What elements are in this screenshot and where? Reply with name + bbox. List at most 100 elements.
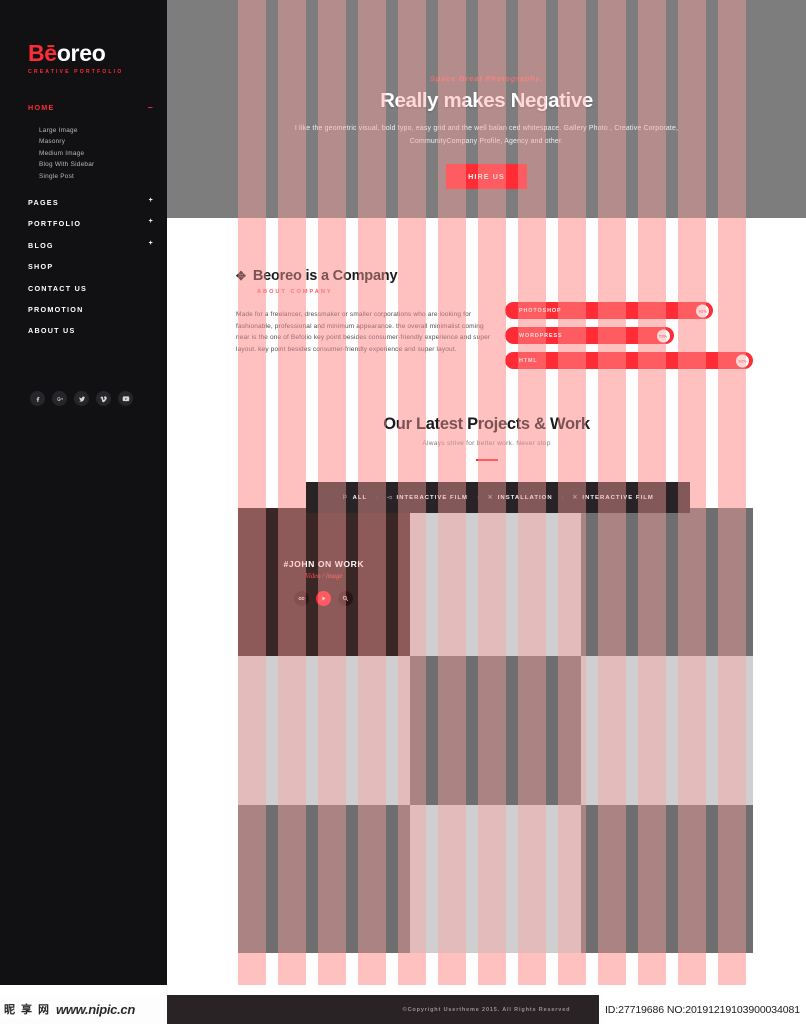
- sidebar-subitem-large-image[interactable]: Large Image: [39, 125, 148, 136]
- filter-separator: ›: [376, 494, 378, 501]
- logo[interactable]: Bēoreo CREATIVE PORTFOLIO: [28, 42, 123, 76]
- plus-icon[interactable]: +: [149, 218, 154, 225]
- logo-rest: oreo: [56, 40, 106, 66]
- page-root: Space Great Photography. Really makes Ne…: [0, 0, 806, 1024]
- social-links: [30, 391, 133, 406]
- tile-category: Video / image: [305, 572, 343, 580]
- portfolio-tile[interactable]: [581, 656, 753, 805]
- filter-all[interactable]: ⚐ ALL: [333, 494, 376, 502]
- projects-section: Our Latest Projects & Work Always strive…: [167, 405, 806, 953]
- copyright-text: ©Copyright Usertheme 2015. All Rights Re…: [402, 1006, 571, 1013]
- sidebar-item-shop[interactable]: SHOP: [28, 262, 148, 271]
- projects-subtitle: Always strive for better work. Never sto…: [422, 440, 551, 447]
- sidebar-item-portfolio[interactable]: PORTFOLIO +: [28, 218, 153, 229]
- vimeo-icon[interactable]: [96, 391, 111, 406]
- plus-icon[interactable]: +: [149, 240, 154, 247]
- logo-text: Bēoreo: [28, 42, 123, 65]
- skill-label: HTML: [519, 357, 538, 364]
- google-plus-icon[interactable]: [52, 391, 67, 406]
- portfolio-tile[interactable]: [238, 804, 410, 953]
- facebook-icon[interactable]: [30, 391, 45, 406]
- skill-percent: 62%: [696, 304, 710, 317]
- twitter-icon[interactable]: [74, 391, 89, 406]
- sidebar-item-label: SHOP: [28, 262, 54, 272]
- filter-label: ALL: [352, 494, 368, 501]
- skill-bar-html: HTML 92%: [505, 352, 753, 369]
- sidebar-item-label: PROMOTION: [28, 304, 84, 314]
- filter-installation[interactable]: ✕ INSTALLATION: [479, 494, 562, 502]
- cross-icon: ✕: [487, 495, 494, 501]
- filter-interactive-film-2[interactable]: ✕ INTERACTIVE FILM: [563, 494, 663, 502]
- sidebar-item-label: BLOG: [28, 240, 54, 250]
- filter-label: INTERACTIVE FILM: [582, 494, 654, 501]
- skill-percent: 92%: [736, 354, 749, 367]
- portfolio-tile[interactable]: [238, 656, 410, 805]
- about-body: Made for a freelancer, dressmaker or sma…: [236, 311, 491, 353]
- about-text-block: ✥ Beoreo is a Company ABOUT COMPANY Made…: [236, 268, 491, 355]
- portfolio-tile[interactable]: [581, 804, 753, 953]
- youtube-icon[interactable]: [118, 391, 133, 406]
- portfolio-tile-featured[interactable]: #JOHN ON WORK Video / image: [238, 508, 410, 657]
- filter-separator: ›: [476, 494, 479, 501]
- portfolio-filter-bar: ⚐ ALL › ◅ INTERACTIVE FILM › ✕ INSTALLAT…: [306, 482, 690, 513]
- play-icon[interactable]: [316, 590, 332, 606]
- sidebar-item-label: HOME: [28, 103, 55, 112]
- hero-description: I like the geometric visual, bold typo, …: [294, 125, 679, 145]
- flag-icon: ⚐: [342, 495, 349, 501]
- sidebar-subitem-blog-with-sidebar[interactable]: Blog With Sidebar: [39, 159, 148, 170]
- tile-overlay: #JOHN ON WORK Video / image: [238, 508, 410, 657]
- skill-bar-wordpress: WORDPRESS 53%: [505, 327, 674, 344]
- hero-content: Space Great Photography. Really makes Ne…: [167, 74, 806, 189]
- skill-row: WORDPRESS 53%: [505, 327, 753, 344]
- watermark-char: 享: [19, 1001, 34, 1018]
- watermark-url: www.nipic.cn: [56, 1002, 135, 1017]
- about-subheading: ABOUT COMPANY: [257, 289, 333, 295]
- sidebar-subitem-medium-image[interactable]: Medium Image: [39, 148, 148, 159]
- tile-actions: [294, 590, 354, 606]
- sidebar-item-label: ABOUT US: [28, 326, 76, 336]
- portfolio-tile[interactable]: [409, 804, 582, 953]
- minus-icon[interactable]: –: [148, 103, 154, 112]
- projects-title: Our Latest Projects & Work: [383, 415, 590, 433]
- filter-interactive-film-1[interactable]: ◅ INTERACTIVE FILM: [378, 494, 477, 502]
- cross-icon: ✕: [572, 495, 579, 501]
- sidebar-subitem-masonry[interactable]: Masonry: [39, 136, 148, 147]
- skill-row: PHOTOSHOP 62%: [505, 302, 753, 319]
- sidebar-item-promotion[interactable]: PROMOTION: [28, 305, 148, 314]
- triangle-left-icon: ◅: [386, 495, 393, 501]
- tile-title: #JOHN ON WORK: [283, 558, 365, 569]
- filter-label: INSTALLATION: [497, 494, 553, 501]
- sidebar-nav: HOME – Large Image Masonry Medium Image …: [28, 103, 153, 348]
- section-divider: [475, 459, 498, 461]
- search-icon[interactable]: [338, 590, 354, 606]
- portfolio-tile[interactable]: [581, 508, 753, 657]
- sidebar-item-label: CONTACT US: [28, 283, 88, 293]
- hire-us-button[interactable]: HIRE US: [446, 164, 527, 189]
- sidebar-sublist: Large Image Masonry Medium Image Blog Wi…: [39, 125, 148, 182]
- sidebar-subitem-single-post[interactable]: Single Post: [39, 171, 148, 182]
- portfolio-tile[interactable]: [409, 656, 582, 805]
- sidebar-item-label: PORTFOLIO: [28, 219, 82, 229]
- watermark-char: 网: [36, 1001, 51, 1018]
- sidebar-item-label: PAGES: [28, 198, 59, 208]
- about-heading: ✥ Beoreo is a Company: [236, 268, 491, 284]
- skill-bars: PHOTOSHOP 62% WORDPRESS 53% HTML 92%: [505, 302, 753, 377]
- skill-percent: 53%: [656, 329, 670, 342]
- site-watermark: 昵 享 网 www.nipic.cn: [0, 995, 167, 1024]
- logo-prefix: Bē: [28, 40, 57, 66]
- compass-icon: ✥: [236, 269, 246, 283]
- sidebar-item-about-us[interactable]: ABOUT US: [28, 326, 148, 335]
- sidebar-item-pages[interactable]: PAGES +: [28, 197, 153, 208]
- skill-label: PHOTOSHOP: [519, 307, 562, 314]
- sidebar-item-blog[interactable]: BLOG +: [28, 240, 153, 250]
- footer: ©Copyright Usertheme 2015. All Rights Re…: [167, 995, 806, 1024]
- skill-bar-photoshop: PHOTOSHOP 62%: [505, 302, 714, 319]
- portfolio-tile[interactable]: [409, 508, 582, 657]
- hero-title: Really makes Negative: [380, 89, 593, 112]
- watermark-char: 昵: [2, 1001, 17, 1018]
- sidebar-item-home[interactable]: HOME –: [28, 103, 153, 113]
- sidebar-item-contact-us[interactable]: CONTACT US: [28, 284, 148, 293]
- plus-icon[interactable]: +: [149, 197, 154, 204]
- link-icon[interactable]: [294, 590, 310, 606]
- image-id-watermark: ID:27719686 NO:20191219103900034081: [598, 995, 806, 1024]
